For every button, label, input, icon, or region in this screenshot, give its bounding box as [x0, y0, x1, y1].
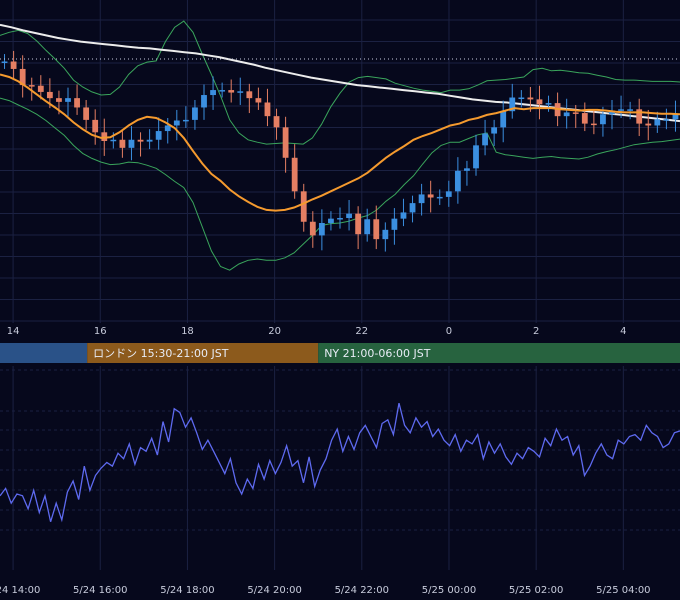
candle-body	[83, 107, 90, 120]
candle-body	[28, 85, 35, 87]
candle-body	[173, 120, 180, 126]
candle-body	[400, 212, 407, 219]
oscillator-tick-label: 5/24 16:00	[73, 585, 127, 596]
candle-body	[74, 98, 80, 108]
candle-body	[128, 139, 135, 148]
candle-body	[581, 113, 588, 124]
candle-body	[46, 91, 53, 99]
candle-body	[473, 145, 479, 169]
candle-body	[110, 139, 117, 142]
candle-body	[65, 98, 71, 102]
candle-body	[182, 119, 189, 122]
candle-body	[337, 218, 343, 220]
candle-body	[391, 218, 398, 230]
candle-body	[264, 102, 271, 117]
candle-body	[155, 131, 162, 140]
candle-body	[382, 229, 389, 240]
candle-body	[373, 219, 380, 240]
candle-body	[273, 116, 280, 128]
price-tick-label: 0	[446, 326, 452, 337]
candle-body	[482, 133, 488, 146]
candle-body	[500, 111, 507, 128]
candle-body	[645, 123, 652, 126]
candle-body	[137, 139, 144, 142]
oscillator-tick-label: 5/24 22:00	[335, 585, 389, 596]
candle-body	[427, 194, 434, 198]
candle-body	[291, 157, 298, 192]
candle-body	[201, 95, 207, 108]
candle-body	[563, 112, 570, 117]
candle-body	[10, 61, 17, 69]
candle-body	[146, 139, 153, 142]
candle-body	[282, 127, 289, 158]
candle-body	[536, 99, 543, 105]
candle-body	[255, 98, 262, 103]
oscillator-tick-label: 5/24 18:00	[160, 585, 214, 596]
candle-body	[119, 139, 126, 148]
candle-body	[309, 221, 316, 236]
oscillator-tick-label: 5/24 20:00	[247, 585, 301, 596]
price-tick-label: 22	[355, 326, 368, 337]
session-london-label: ロンドン 15:30-21:00 JST	[93, 347, 229, 360]
session-band: ロンドン 15:30-21:00 JST NY 21:00-06:00 JST	[0, 343, 680, 363]
candle-body	[1, 61, 8, 63]
candle-body	[527, 97, 534, 100]
candle-body	[210, 90, 216, 96]
price-tick-label: 16	[94, 326, 107, 337]
candle-body	[228, 90, 235, 93]
price-tick-label: 20	[268, 326, 281, 337]
candle-body	[37, 85, 44, 92]
session-tokyo-bar	[0, 343, 88, 363]
candle-body	[328, 218, 334, 223]
candle-body	[436, 196, 443, 199]
candle-body	[464, 168, 470, 171]
price-tick-label: 18	[181, 326, 194, 337]
candle-body	[246, 91, 253, 99]
candle-body	[237, 91, 244, 93]
candle-body	[545, 103, 552, 105]
candle-body	[318, 222, 325, 236]
chart: 14 16 18 20 22 0 2 4 ロンドン 15:30-21:00 JST NY 21:…	[0, 0, 680, 600]
candle-body	[300, 191, 307, 222]
candle-body	[618, 109, 624, 111]
candle-body	[418, 194, 425, 204]
candle-body	[491, 127, 498, 134]
candle-body	[600, 114, 606, 125]
price-tick-label: 14	[7, 326, 20, 337]
candle-body	[627, 109, 634, 111]
candle-body	[572, 112, 579, 114]
candle-body	[56, 98, 62, 102]
candle-body	[346, 213, 352, 219]
candle-body	[364, 219, 371, 235]
candle-body	[663, 119, 670, 121]
candle-body	[164, 125, 171, 132]
price-tick-label: 4	[620, 326, 626, 337]
candle-body	[355, 213, 362, 235]
candle-body	[192, 107, 198, 120]
oscillator-tick-label: 5/25 04:00	[596, 585, 650, 596]
candle-body	[590, 123, 597, 126]
candle-body	[518, 97, 525, 100]
candle-body	[219, 90, 226, 92]
oscillator-tick-label: 5/25 00:00	[422, 585, 476, 596]
candle-body	[445, 191, 452, 197]
candle-body	[454, 170, 461, 192]
candle-body	[654, 119, 661, 126]
candle-body	[92, 119, 99, 133]
session-ny-label: NY 21:00-06:00 JST	[324, 347, 431, 360]
oscillator-tick-label: 5/25 02:00	[509, 585, 563, 596]
price-tick-label: 2	[533, 326, 539, 337]
candle-body	[409, 203, 416, 213]
oscillator-tick-label: 5/24 14:00	[0, 585, 40, 596]
